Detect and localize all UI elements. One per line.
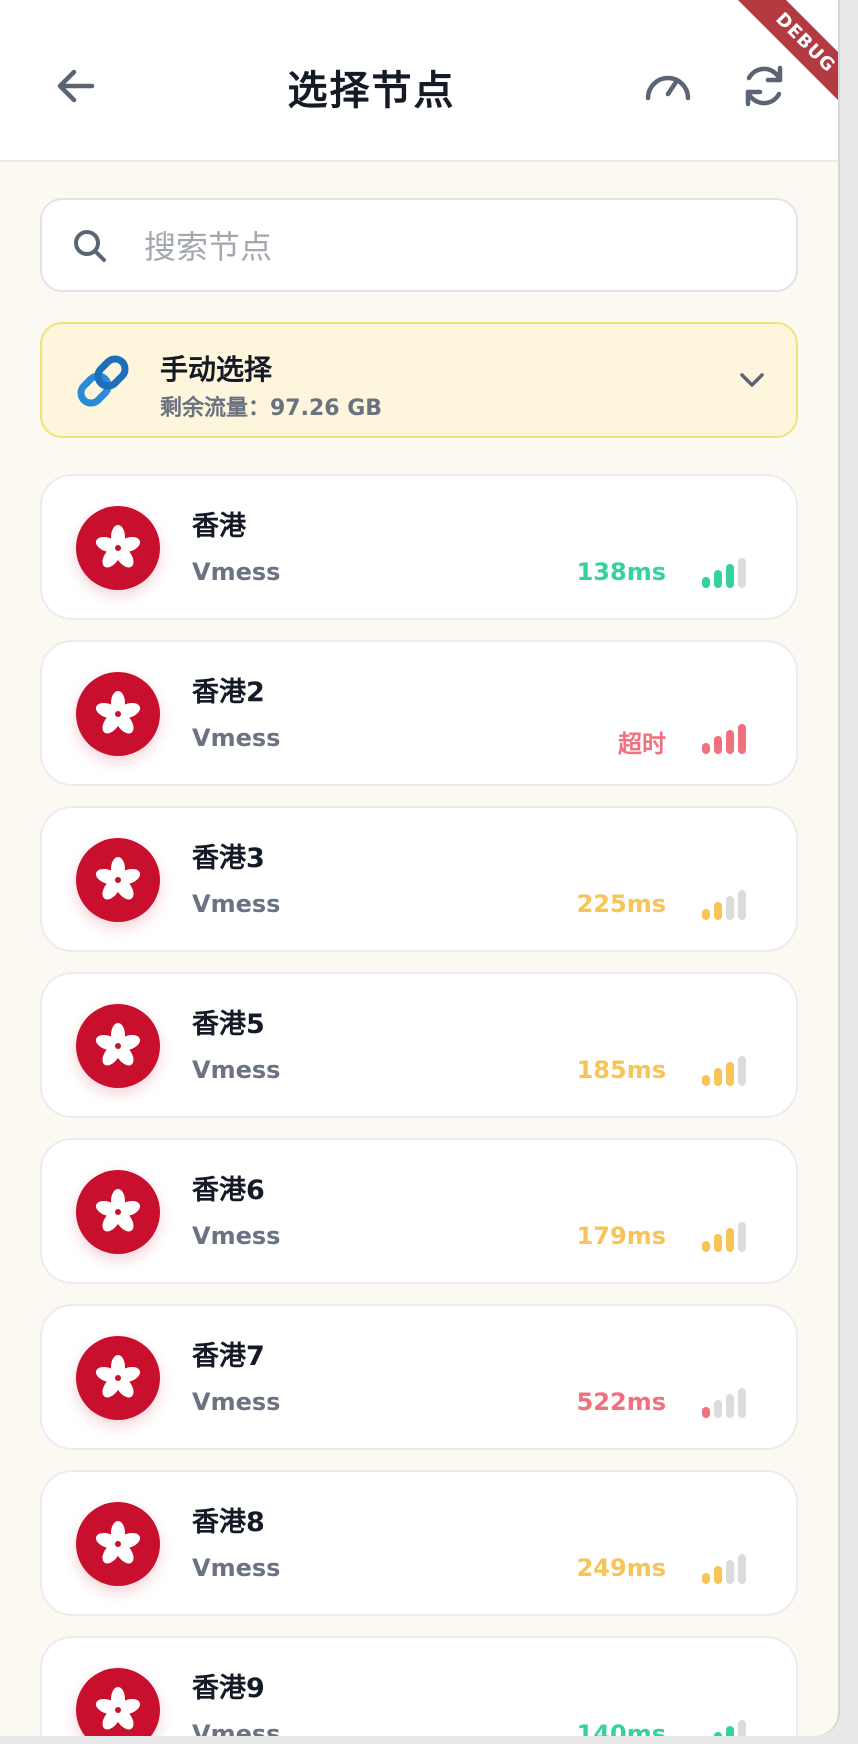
node-item[interactable]: 香港6 Vmess 179ms <box>40 1138 798 1284</box>
refresh-icon <box>745 65 783 107</box>
node-name: 香港6 <box>192 1175 265 1206</box>
node-item[interactable]: 香港3 Vmess 225ms <box>40 806 798 952</box>
hong-kong-flag-icon <box>76 672 160 756</box>
node-protocol: Vmess <box>192 1554 281 1582</box>
node-name: 香港7 <box>192 1341 265 1372</box>
node-latency: 超时 <box>618 730 666 758</box>
node-name: 香港3 <box>192 843 265 874</box>
hong-kong-flag-icon <box>76 1502 160 1586</box>
node-item[interactable]: 香港8 Vmess 249ms <box>40 1470 798 1616</box>
node-item[interactable]: 香港7 Vmess 522ms <box>40 1304 798 1450</box>
node-protocol: Vmess <box>192 1222 281 1250</box>
refresh-button[interactable] <box>738 60 790 112</box>
chevron-down-icon <box>740 373 764 387</box>
node-list: 香港 Vmess 138ms 香港2 Vmess 超时 香港3 Vmess 22… <box>40 474 798 1736</box>
remaining-traffic: 剩余流量：97.26 GB <box>160 396 383 421</box>
hong-kong-flag-icon <box>76 1668 160 1736</box>
page-title: 选择节点 <box>287 68 456 114</box>
app-window: 选择节点 DEBUG 搜索节点 手动选择 剩余流量：97.26 GB 香港 Vm… <box>0 0 838 1736</box>
group-name: 手动选择 <box>160 353 273 386</box>
node-item[interactable]: 香港5 Vmess 185ms <box>40 972 798 1118</box>
node-latency: 249ms <box>576 1554 666 1582</box>
signal-strength-icon <box>702 1552 746 1584</box>
proxy-group-selector[interactable]: 手动选择 剩余流量：97.26 GB <box>40 322 798 438</box>
node-name: 香港5 <box>192 1009 265 1040</box>
signal-strength-icon <box>702 556 746 588</box>
signal-strength-icon <box>702 888 746 920</box>
node-item[interactable]: 香港2 Vmess 超时 <box>40 640 798 786</box>
node-name: 香港 <box>192 511 246 542</box>
node-protocol: Vmess <box>192 558 281 586</box>
speed-test-button[interactable] <box>642 60 694 112</box>
node-item[interactable]: 香港9 Vmess 140ms <box>40 1636 798 1736</box>
search-input[interactable] <box>142 218 766 276</box>
node-name: 香港9 <box>192 1673 265 1704</box>
node-latency: 179ms <box>576 1222 666 1250</box>
hong-kong-flag-icon <box>76 1004 160 1088</box>
search-box[interactable] <box>40 198 798 292</box>
node-latency: 185ms <box>576 1056 666 1084</box>
node-protocol: Vmess <box>192 890 281 918</box>
signal-strength-icon <box>702 1386 746 1418</box>
node-latency: 225ms <box>576 890 666 918</box>
node-latency: 522ms <box>576 1388 666 1416</box>
app-bar: 选择节点 DEBUG <box>0 0 838 162</box>
signal-strength-icon <box>702 1718 746 1736</box>
speedometer-icon <box>645 75 691 101</box>
node-latency: 138ms <box>576 558 666 586</box>
node-protocol: Vmess <box>192 724 281 752</box>
hong-kong-flag-icon <box>76 506 160 590</box>
node-item[interactable]: 香港 Vmess 138ms <box>40 474 798 620</box>
hong-kong-flag-icon <box>76 1170 160 1254</box>
node-protocol: Vmess <box>192 1720 281 1736</box>
hong-kong-flag-icon <box>76 838 160 922</box>
signal-strength-icon <box>702 1220 746 1252</box>
node-name: 香港2 <box>192 677 265 708</box>
signal-strength-icon <box>702 1054 746 1086</box>
hong-kong-flag-icon <box>76 1336 160 1420</box>
node-protocol: Vmess <box>192 1056 281 1084</box>
node-name: 香港8 <box>192 1507 265 1538</box>
link-icon <box>77 355 129 407</box>
node-latency: 140ms <box>576 1720 666 1736</box>
search-icon <box>74 230 106 262</box>
signal-strength-icon <box>702 722 746 754</box>
node-protocol: Vmess <box>192 1388 281 1416</box>
